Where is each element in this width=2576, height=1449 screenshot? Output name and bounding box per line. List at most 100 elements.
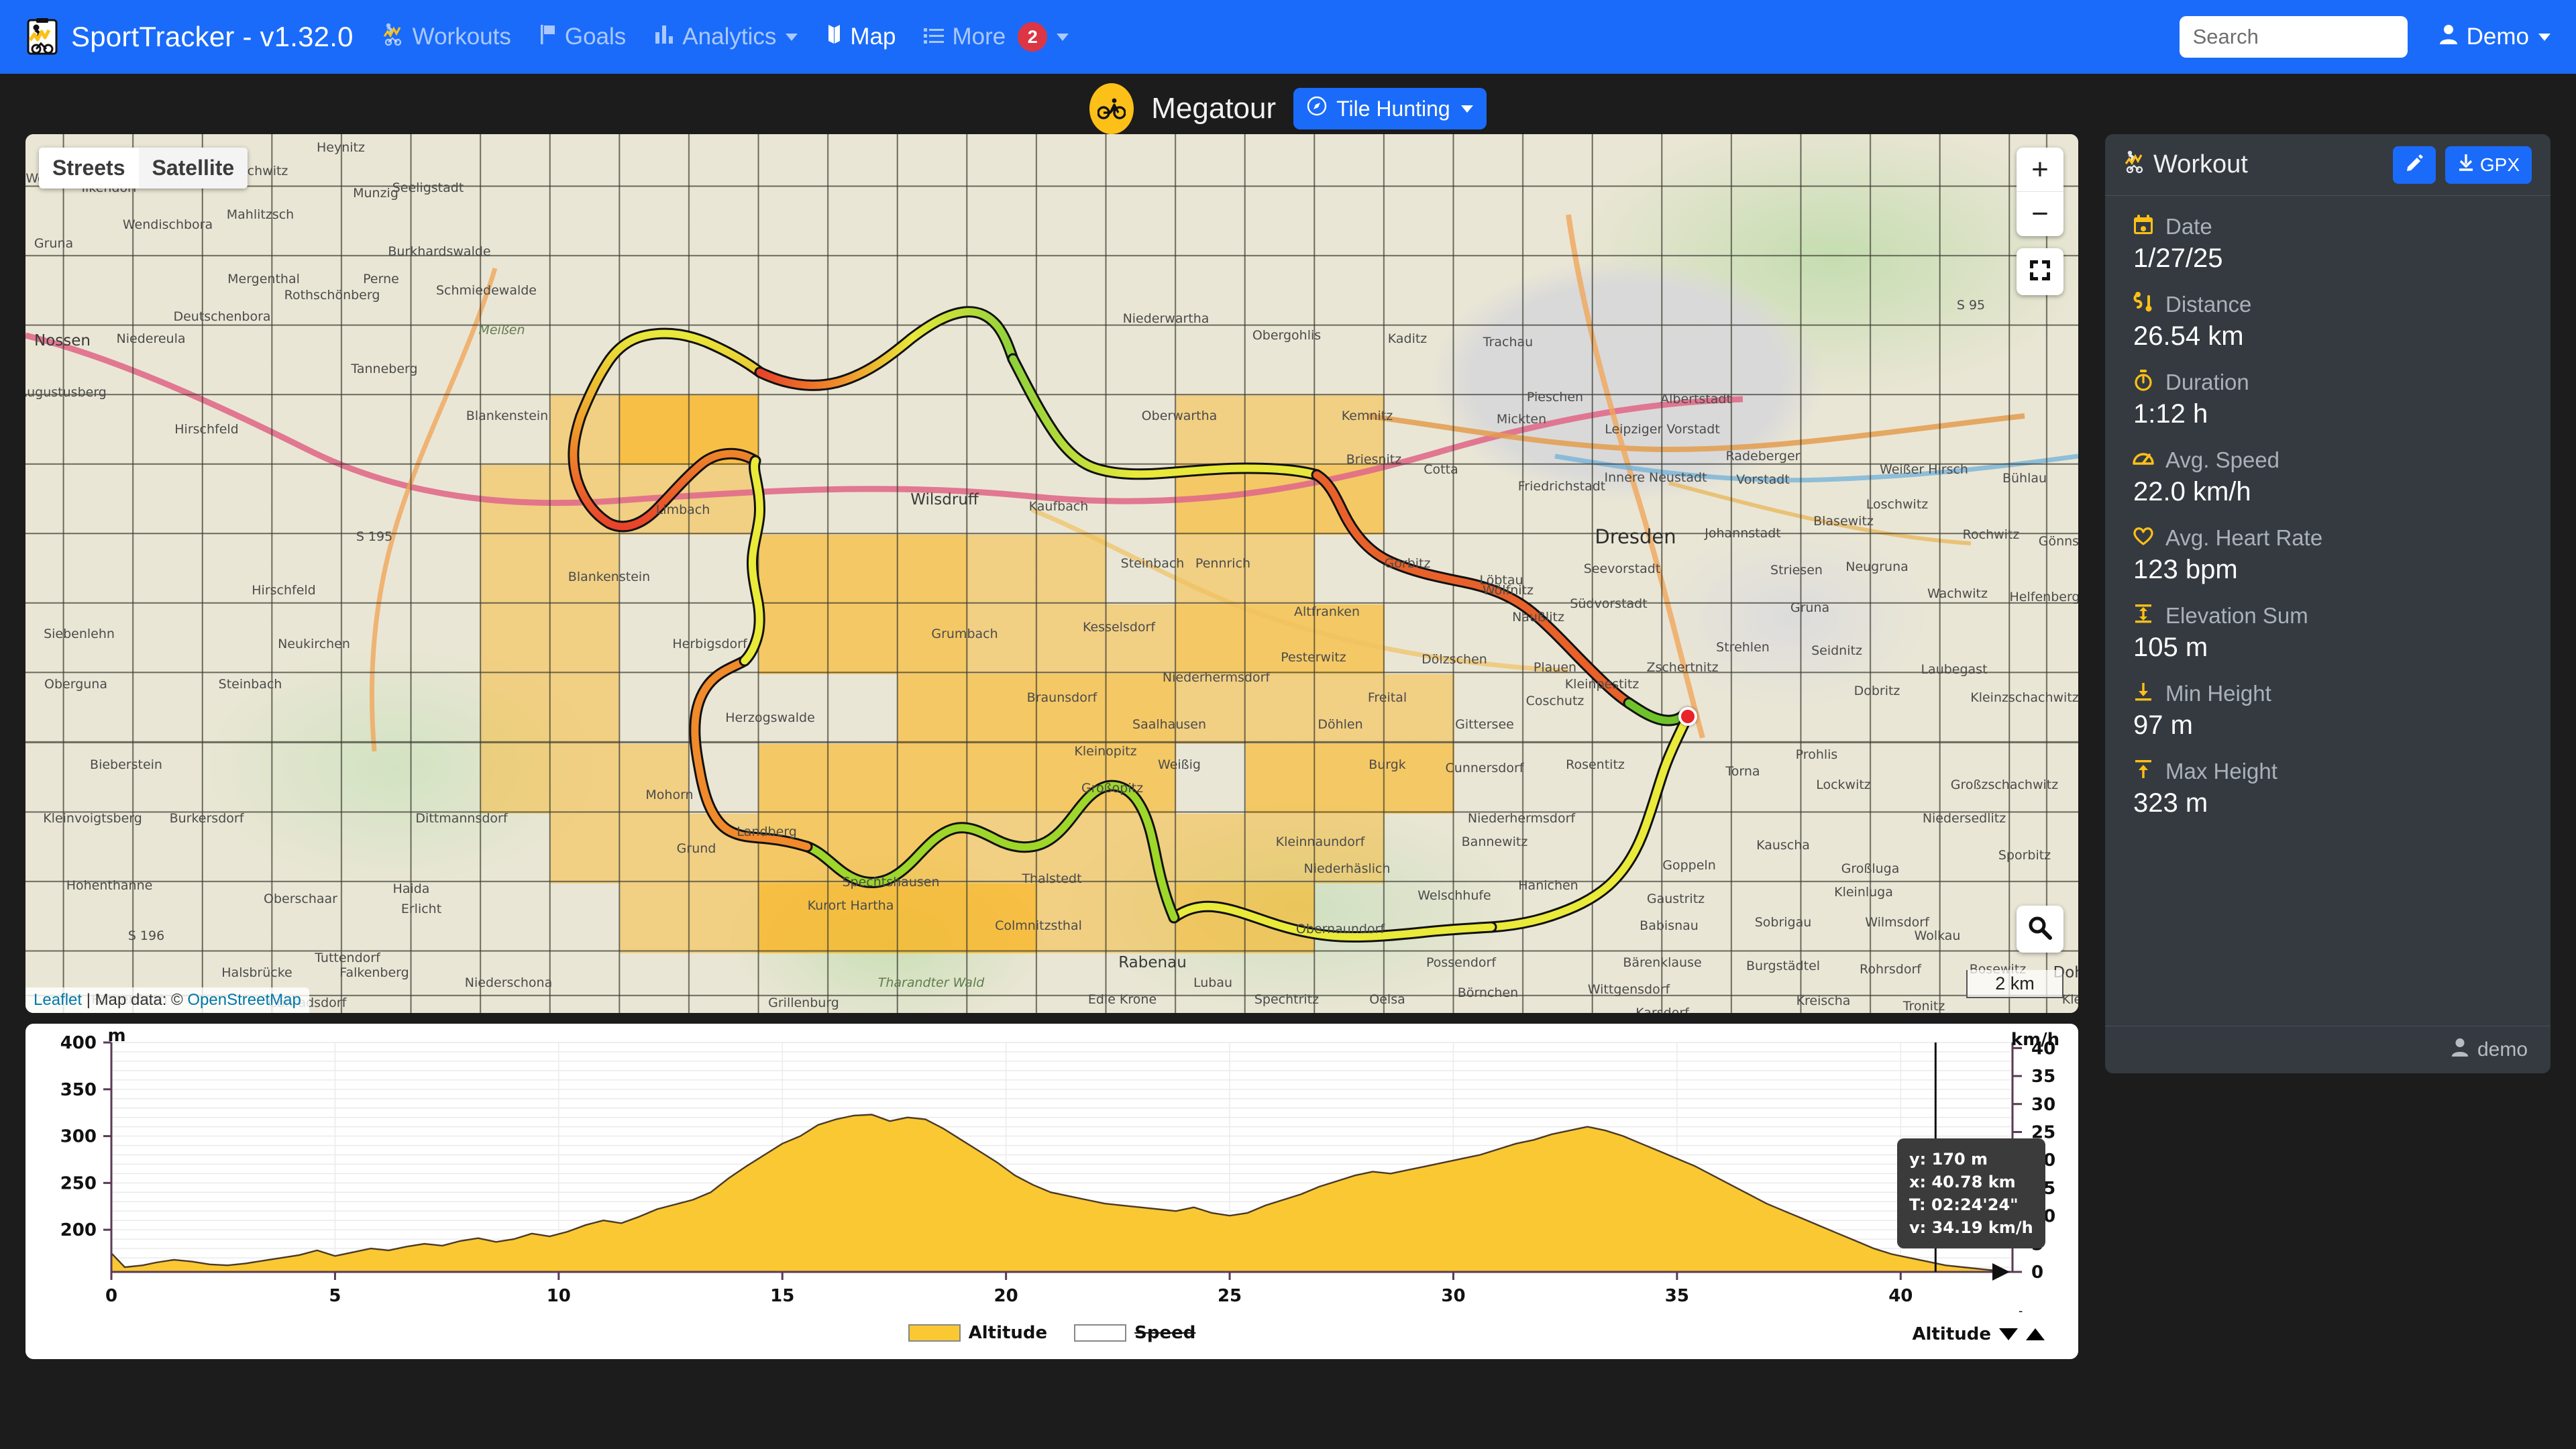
- svg-text:5: 5: [329, 1286, 341, 1306]
- workout-chart-icon: [2124, 150, 2147, 180]
- stat-label-date: Date: [2165, 213, 2212, 239]
- triangle-down-icon[interactable]: [1999, 1328, 2018, 1340]
- tooltip-time: T: 02:24'24": [1909, 1195, 2019, 1215]
- brand[interactable]: SportTracker - v1.32.0: [25, 18, 354, 56]
- chart-mode-toggle[interactable]: Altitude: [1912, 1324, 2045, 1344]
- fullscreen-icon: [2029, 259, 2051, 285]
- layer-option-satellite[interactable]: Satellite: [138, 148, 248, 189]
- map-fullscreen-button[interactable]: [2017, 248, 2063, 295]
- tile-hunting-button[interactable]: Tile Hunting: [1293, 88, 1487, 129]
- workout-chart-icon: [383, 23, 405, 52]
- nav-item-workouts[interactable]: Workouts: [383, 23, 511, 52]
- workout-title-bar: Megatour Tile Hunting: [0, 74, 2576, 134]
- svg-text:400: 400: [60, 1033, 97, 1053]
- map-zoom-control[interactable]: + −: [2017, 148, 2063, 236]
- stat-elevation-sum: Elevation Sum 105 m: [2132, 602, 2524, 663]
- map-scale-bar: 2 km: [1966, 970, 2063, 998]
- sidebar-header: Workout GPX: [2105, 134, 2551, 196]
- stat-avg-heart-rate: Avg. Heart Rate 123 bpm: [2132, 525, 2524, 585]
- pencil-icon: [2405, 153, 2424, 176]
- nav-label-map: Map: [850, 23, 896, 50]
- elevation-chart-card[interactable]: 200250300350400m0510152025303540km051015…: [25, 1024, 2078, 1359]
- svg-text:20: 20: [994, 1286, 1018, 1306]
- triangle-up-icon[interactable]: [2026, 1328, 2045, 1340]
- navbar-right: Demo: [2179, 16, 2551, 58]
- svg-text:km: km: [2018, 1309, 2047, 1312]
- svg-text:300: 300: [60, 1127, 97, 1147]
- stat-duration: Duration 1:12 h: [2132, 369, 2524, 429]
- tooltip-altitude: y: 170 m: [1909, 1150, 1988, 1169]
- attribution-text: | Map data: ©: [82, 991, 188, 1009]
- chart-legend: Altitude Speed: [25, 1323, 2078, 1343]
- list-icon: [924, 23, 945, 50]
- user-menu[interactable]: Demo: [2438, 23, 2551, 51]
- nav-label-more: More: [952, 23, 1006, 50]
- tile-hunting-label: Tile Hunting: [1336, 96, 1450, 121]
- leaflet-link[interactable]: Leaflet: [34, 991, 82, 1009]
- svg-text:200: 200: [60, 1220, 97, 1240]
- stat-distance: Distance 26.54 km: [2132, 291, 2524, 352]
- workout-name: Megatour: [1151, 92, 1277, 125]
- speedometer-icon: [2132, 447, 2155, 473]
- chart-mode-label: Altitude: [1912, 1324, 1991, 1344]
- svg-text:30: 30: [1441, 1286, 1465, 1306]
- svg-text:0: 0: [105, 1286, 117, 1306]
- sidebar-title-group: Workout: [2124, 150, 2248, 180]
- map-search-button[interactable]: [2017, 906, 2063, 953]
- svg-text:40: 40: [1888, 1286, 1913, 1306]
- main-content: RadewitzHeynitzWunschwitzSeeligstadtMunz…: [0, 134, 2576, 1449]
- stat-label-distance: Distance: [2165, 291, 2252, 317]
- left-column: RadewitzHeynitzWunschwitzSeeligstadtMunz…: [25, 134, 2078, 1424]
- stat-avg-speed: Avg. Speed 22.0 km/h: [2132, 447, 2524, 507]
- elevation-chart[interactable]: 200250300350400m0510152025303540km051015…: [25, 1030, 2078, 1312]
- cycling-icon: [1089, 83, 1134, 134]
- zoom-in-button[interactable]: +: [2017, 148, 2063, 192]
- search-input[interactable]: [2179, 16, 2408, 58]
- edit-workout-button[interactable]: [2392, 146, 2436, 184]
- map-card[interactable]: RadewitzHeynitzWunschwitzSeeligstadtMunz…: [25, 134, 2078, 1013]
- legend-item-speed[interactable]: Speed: [1074, 1323, 1195, 1343]
- route-icon: [2132, 291, 2155, 317]
- svg-text:35: 35: [1665, 1286, 1689, 1306]
- nav-links: Workouts Goals Analytics Map More 2: [383, 22, 1069, 52]
- sidebar-title: Workout: [2153, 150, 2248, 178]
- nav-item-analytics[interactable]: Analytics: [654, 23, 798, 50]
- stat-value-max-height: 323 m: [2133, 788, 2208, 818]
- chevron-down-icon: [2538, 33, 2551, 41]
- nav-item-goals[interactable]: Goals: [539, 23, 626, 51]
- calendar-icon: [2132, 213, 2155, 239]
- stat-label-duration: Duration: [2165, 369, 2249, 394]
- search-icon: [2027, 915, 2053, 944]
- stat-label-min-height: Min Height: [2165, 680, 2271, 706]
- zoom-out-button[interactable]: −: [2017, 192, 2063, 236]
- svg-text:10: 10: [547, 1286, 571, 1306]
- sidebar-actions: GPX: [2392, 146, 2532, 184]
- layer-option-streets[interactable]: Streets: [39, 148, 139, 189]
- stat-value-date: 1/27/25: [2133, 244, 2223, 273]
- download-icon: [2457, 153, 2475, 176]
- stat-max-height: Max Height 323 m: [2132, 758, 2524, 818]
- user-name: Demo: [2466, 23, 2529, 50]
- stat-value-avg-heart-rate: 123 bpm: [2133, 555, 2238, 584]
- svg-text:15: 15: [770, 1286, 794, 1306]
- stat-min-height: Min Height 97 m: [2132, 680, 2524, 741]
- arrow-down-icon: [2132, 680, 2155, 706]
- nav-item-map[interactable]: Map: [826, 23, 896, 51]
- brand-title: SportTracker - v1.32.0: [71, 21, 354, 52]
- svg-text:0: 0: [2031, 1263, 2043, 1283]
- openstreetmap-link[interactable]: OpenStreetMap: [187, 991, 301, 1009]
- bar-chart-icon: [654, 23, 674, 50]
- stat-value-elevation-sum: 105 m: [2133, 633, 2208, 662]
- legend-item-altitude[interactable]: Altitude: [908, 1323, 1047, 1343]
- nav-item-more[interactable]: More 2: [924, 22, 1069, 52]
- elevation-sum-icon: [2132, 602, 2155, 629]
- sporttracker-logo-icon: [25, 18, 59, 56]
- user-avatar-icon: [2438, 23, 2459, 51]
- stat-value-avg-speed: 22.0 km/h: [2133, 477, 2251, 506]
- legend-swatch-speed: [1074, 1324, 1127, 1342]
- owner-name: demo: [2477, 1038, 2528, 1061]
- map-layer-switcher[interactable]: Streets Satellite: [39, 148, 248, 189]
- download-gpx-button[interactable]: GPX: [2445, 146, 2532, 184]
- stat-date: Date 1/27/25: [2132, 213, 2524, 274]
- navbar: SportTracker - v1.32.0 Workouts Goals An…: [0, 0, 2576, 74]
